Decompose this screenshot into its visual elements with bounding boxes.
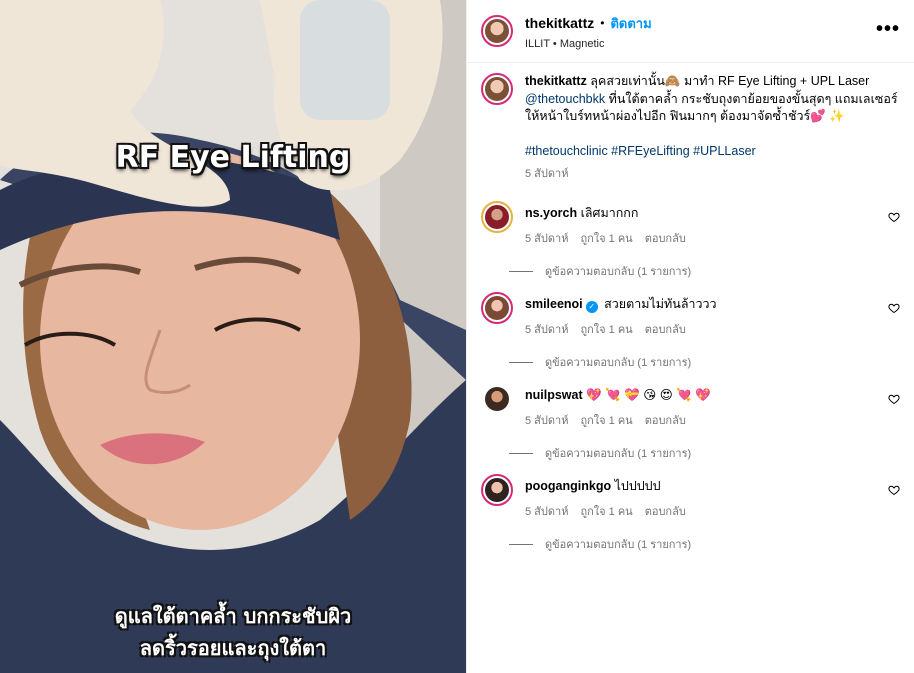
commenter-username[interactable]: ns.yorch xyxy=(525,206,577,220)
view-replies-button[interactable]: ดูข้อความตอบกลับ (1 รายการ) xyxy=(509,535,691,553)
view-replies-button[interactable]: ดูข้อความตอบกลับ (1 รายการ) xyxy=(509,262,691,280)
replies-line xyxy=(509,270,533,272)
caption-hashtags[interactable]: #thetouchclinic #RFEyeLifting #UPLLaser xyxy=(525,143,900,161)
separator-dot: • xyxy=(600,16,605,30)
reply-button[interactable]: ตอบกลับ xyxy=(645,413,686,431)
comment-item: nuilpswat 💖 💘 💝 😘 😍 💘 💖 5 สัปดาห์ ถูกใจ … xyxy=(481,383,900,433)
view-replies-button[interactable]: ดูข้อความตอบกลับ (1 รายการ) xyxy=(509,353,691,371)
author-username[interactable]: thekitkattz xyxy=(525,15,594,31)
view-replies-button[interactable]: ดูข้อความตอบกลับ (1 รายการ) xyxy=(509,444,691,462)
reply-button[interactable]: ตอบกลับ xyxy=(645,504,686,522)
comment-text: สวยตามไม่ทันล้าววว xyxy=(604,297,717,311)
comment-time[interactable]: 5 สัปดาห์ xyxy=(525,504,568,522)
post-header: thekitkattz • ติดตาม ILLIT • Magnetic ••… xyxy=(467,0,914,63)
post-photo[interactable]: RF Eye Lifting ดูแลใต้ตาคล้ำ บกกระชับผิว… xyxy=(0,0,466,673)
overlay-caption-line-2: ลดริ้วรอยและถุงใต้ตา xyxy=(139,636,327,660)
commenter-avatar[interactable] xyxy=(481,292,513,324)
caption-text-start: ลุคสวยเท่านั้น🙈 มาทำ RF Eye Lifting + UP… xyxy=(586,74,870,88)
commenter-username[interactable]: pooganginkgo xyxy=(525,479,611,493)
comment-likes[interactable]: ถูกใจ 1 คน xyxy=(580,231,632,249)
heart-outline-icon[interactable] xyxy=(888,484,900,496)
commenter-username[interactable]: nuilpswat xyxy=(525,388,583,402)
reply-button[interactable]: ตอบกลับ xyxy=(645,231,686,249)
view-replies-label: ดูข้อความตอบกลับ (1 รายการ) xyxy=(545,539,692,551)
view-replies-label: ดูข้อความตอบกลับ (1 รายการ) xyxy=(545,448,692,460)
overlay-caption-line-1: ดูแลใต้ตาคล้ำ บกกระชับผิว xyxy=(114,604,352,628)
comment-likes[interactable]: ถูกใจ 1 คน xyxy=(580,504,632,522)
replies-line xyxy=(509,543,533,545)
comment-item: pooganginkgo ไปปปปป 5 สัปดาห์ ถูกใจ 1 คน… xyxy=(481,474,900,524)
photo-illustration xyxy=(0,0,466,673)
caption-avatar[interactable] xyxy=(481,73,513,105)
caption-username[interactable]: thekitkattz xyxy=(525,74,587,88)
verified-badge-icon: ✓ xyxy=(585,301,598,313)
caption-mention-link[interactable]: @thetouchbkk xyxy=(525,92,605,106)
commenter-avatar[interactable] xyxy=(481,383,513,415)
comment-text: ไปปปปป xyxy=(614,479,661,493)
replies-line xyxy=(509,452,533,454)
heart-outline-icon[interactable] xyxy=(888,393,900,405)
post-caption: thekitkattz ลุคสวยเท่านั้น🙈 มาทำ RF Eye … xyxy=(481,73,900,184)
author-avatar[interactable] xyxy=(481,15,513,47)
overlay-title: RF Eye Lifting xyxy=(115,140,351,175)
follow-button[interactable]: ติดตาม xyxy=(610,13,651,34)
comment-time[interactable]: 5 สัปดาห์ xyxy=(525,322,568,340)
caption-time[interactable]: 5 สัปดาห์ xyxy=(525,166,900,184)
view-replies-label: ดูข้อความตอบกลับ (1 รายการ) xyxy=(545,357,692,369)
replies-line xyxy=(509,361,533,363)
comment-time[interactable]: 5 สัปดาห์ xyxy=(525,413,568,431)
more-options-icon[interactable]: ••• xyxy=(876,18,900,41)
comment-text: เลิศมากกก xyxy=(580,206,639,220)
comment-item: smileenoi ✓ สวยตามไม่ทันล้าววว 5 สัปดาห์ … xyxy=(481,292,900,342)
audio-track[interactable]: ILLIT • Magnetic xyxy=(525,38,652,50)
comment-time[interactable]: 5 สัปดาห์ xyxy=(525,231,568,249)
heart-outline-icon[interactable] xyxy=(888,211,900,223)
commenter-avatar[interactable] xyxy=(481,474,513,506)
commenter-username[interactable]: smileenoi xyxy=(525,297,583,311)
view-replies-label: ดูข้อความตอบกลับ (1 รายการ) xyxy=(545,266,692,278)
comment-likes[interactable]: ถูกใจ 1 คน xyxy=(580,413,632,431)
comment-likes[interactable]: ถูกใจ 1 คน xyxy=(580,322,632,340)
comment-text: 💖 💘 💝 😘 😍 💘 💖 xyxy=(586,388,711,402)
reply-button[interactable]: ตอบกลับ xyxy=(645,322,686,340)
comment-item: ns.yorch เลิศมากกก 5 สัปดาห์ ถูกใจ 1 คน … xyxy=(481,201,900,251)
heart-outline-icon[interactable] xyxy=(888,302,900,314)
commenter-avatar[interactable] xyxy=(481,201,513,233)
post-details-panel: thekitkattz • ติดตาม ILLIT • Magnetic ••… xyxy=(466,0,914,673)
